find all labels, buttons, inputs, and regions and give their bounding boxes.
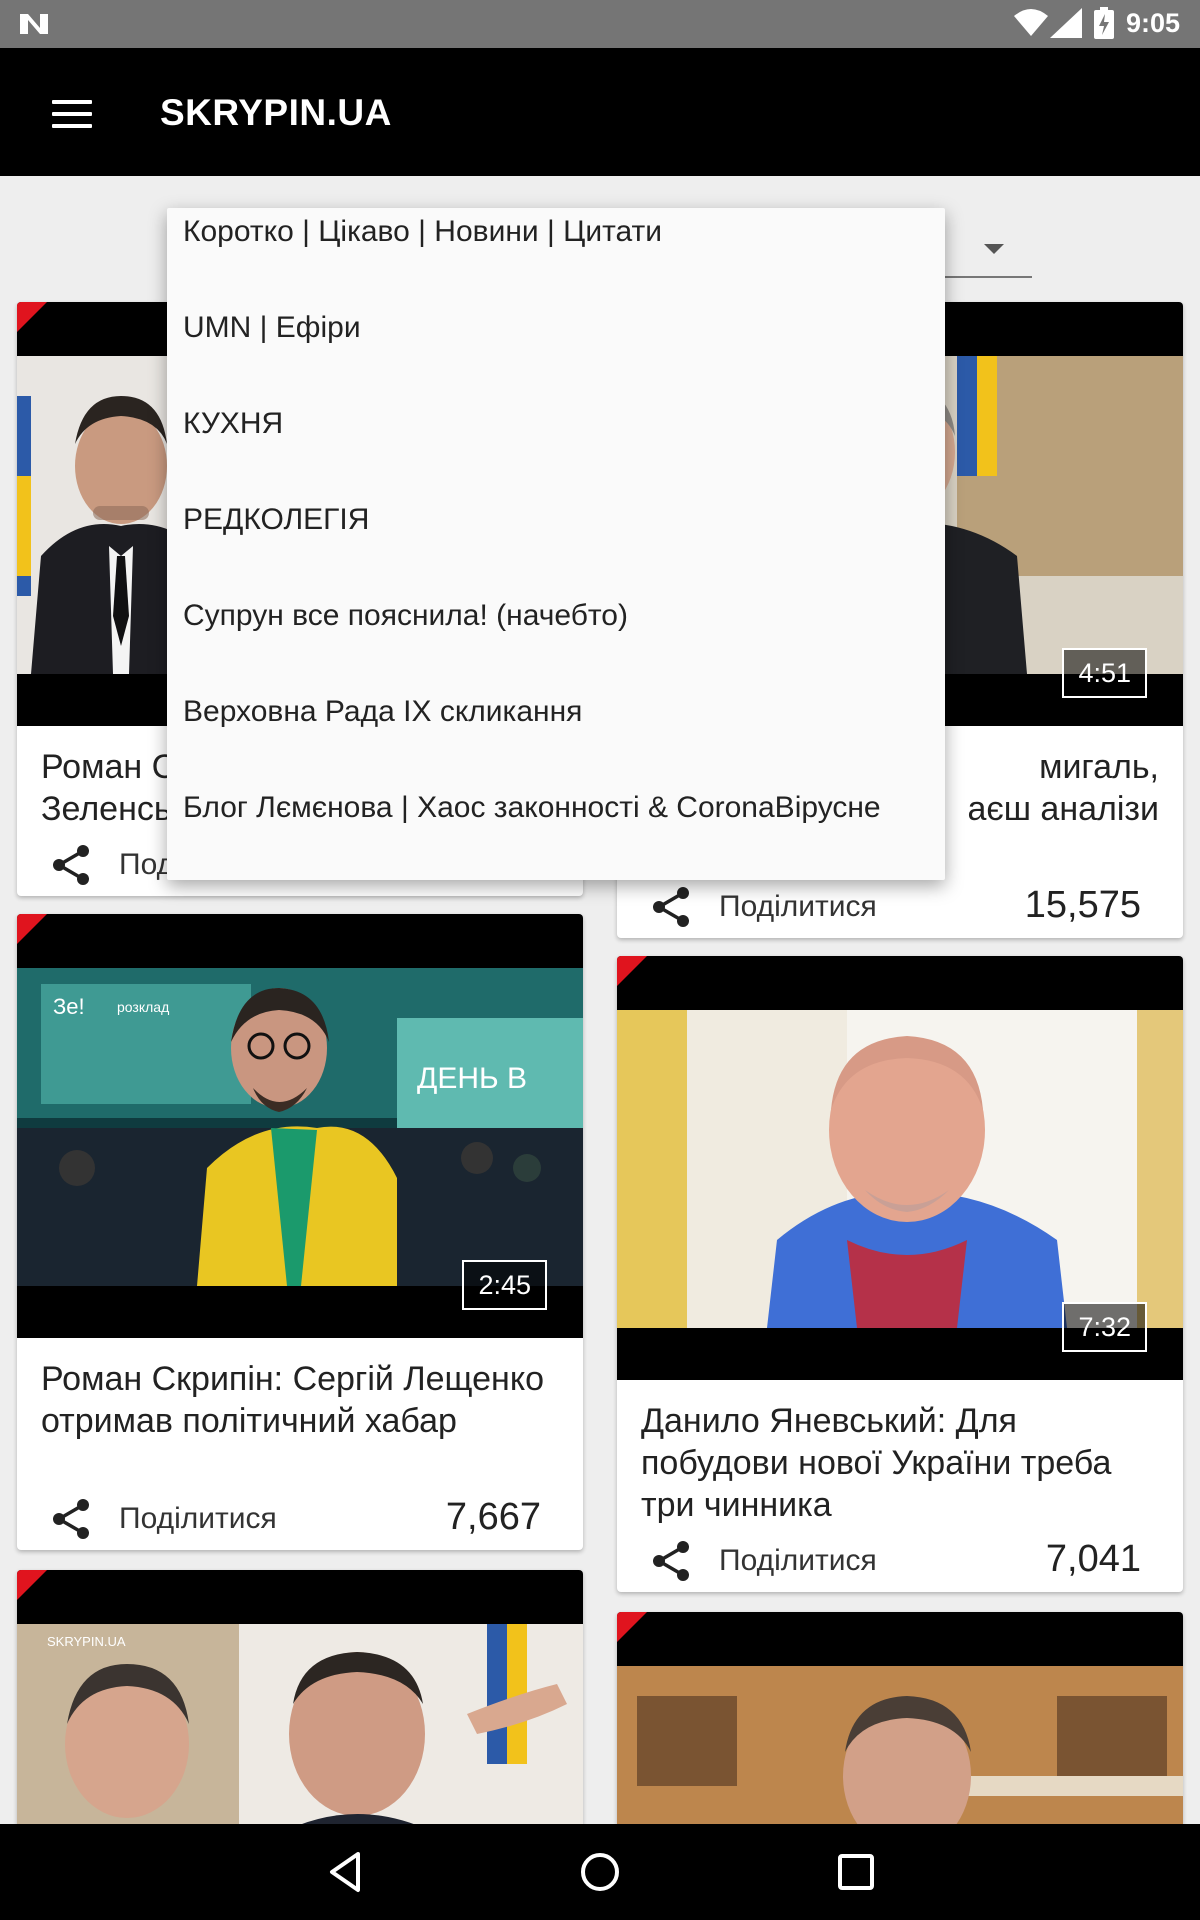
share-icon bbox=[53, 845, 89, 885]
video-thumbnail[interactable]: Зе! розклад ДЕНЬ В 2:45 bbox=[17, 914, 583, 1338]
dropdown-item[interactable]: UMN | Ефіри bbox=[183, 298, 937, 358]
signal-icon bbox=[1050, 8, 1082, 38]
share-button[interactable]: Поділитися bbox=[647, 1536, 877, 1586]
video-duration: 7:32 bbox=[1062, 1302, 1147, 1352]
back-icon[interactable] bbox=[318, 1846, 370, 1898]
share-label: Поділитися bbox=[719, 1544, 877, 1577]
corner-ribbon bbox=[17, 1570, 47, 1600]
dropdown-item[interactable]: Коротко | Цікаво | Новини | Цитати bbox=[183, 208, 937, 262]
photo-text: ДЕНЬ В bbox=[417, 1062, 527, 1095]
share-button[interactable]: Под bbox=[47, 840, 174, 890]
system-nav-bar bbox=[0, 1824, 1200, 1920]
dropdown-item[interactable]: Блог Лємєнова | Хаос законності & Corona… bbox=[183, 778, 937, 838]
share-label: Поділитися bbox=[119, 1502, 277, 1535]
home-icon[interactable] bbox=[574, 1846, 626, 1898]
share-button[interactable]: Поділитися bbox=[47, 1494, 277, 1544]
corner-ribbon bbox=[617, 956, 647, 986]
share-label: Поділитися bbox=[719, 890, 877, 923]
video-card[interactable]: Зе! розклад ДЕНЬ В 2:45 Роман Скрипін: С… bbox=[17, 914, 583, 1550]
leshchenko-photo: Зе! розклад ДЕНЬ В bbox=[17, 968, 583, 1286]
app-title: SKRYPIN.UA bbox=[160, 92, 392, 133]
corner-ribbon bbox=[617, 1612, 647, 1642]
view-count: 15,575 bbox=[1024, 884, 1141, 926]
video-thumbnail[interactable]: 7:32 bbox=[617, 956, 1183, 1380]
corner-ribbon bbox=[17, 302, 47, 332]
yanevsky-photo bbox=[617, 1010, 1183, 1328]
status-time: 9:05 bbox=[1126, 8, 1181, 38]
dropdown-arrow-icon[interactable] bbox=[984, 244, 1004, 254]
category-dropdown-menu: Коротко | Цікаво | Новини | Цитати UMN |… bbox=[167, 208, 945, 880]
status-bar: 9:05 bbox=[0, 0, 1200, 48]
photo-text: розклад bbox=[117, 999, 169, 1015]
dropdown-item[interactable]: РЕДКОЛЕГІЯ bbox=[183, 490, 937, 550]
app-bar: SKRYPIN.UA bbox=[0, 48, 1200, 176]
share-label: Под bbox=[119, 848, 175, 881]
hamburger-menu-icon[interactable] bbox=[52, 100, 92, 130]
notification-n-icon bbox=[20, 14, 48, 34]
recents-icon[interactable] bbox=[830, 1846, 882, 1898]
view-count: 7,667 bbox=[445, 1496, 541, 1538]
photo-watermark: SKRYPIN.UA bbox=[47, 1634, 126, 1649]
dropdown-item[interactable]: КУХНЯ bbox=[183, 394, 937, 454]
dropdown-item[interactable]: Супрун все пояснила! (начебто) bbox=[183, 586, 937, 646]
video-card[interactable]: 7:32 Данило Яневський: Для побудови ново… bbox=[617, 956, 1183, 1592]
wifi-icon bbox=[1014, 9, 1048, 36]
video-caption[interactable]: Роман Скрипін: Сергій Лещенко отримав по… bbox=[41, 1358, 559, 1442]
corner-ribbon bbox=[17, 914, 47, 944]
video-duration: 4:51 bbox=[1062, 648, 1147, 698]
share-button[interactable]: Поділитися bbox=[647, 882, 877, 932]
video-duration: 2:45 bbox=[462, 1260, 547, 1310]
share-icon bbox=[653, 887, 689, 927]
share-icon bbox=[653, 1541, 689, 1581]
share-icon bbox=[53, 1499, 89, 1539]
video-caption[interactable]: Данило Яневський: Для побудови нової Укр… bbox=[641, 1400, 1159, 1526]
photo-text: Зе! bbox=[53, 994, 85, 1019]
view-count: 7,041 bbox=[1045, 1538, 1141, 1580]
battery-charging-icon bbox=[1094, 7, 1114, 39]
dropdown-item[interactable]: Верховна Рада IX скликання bbox=[183, 682, 937, 742]
